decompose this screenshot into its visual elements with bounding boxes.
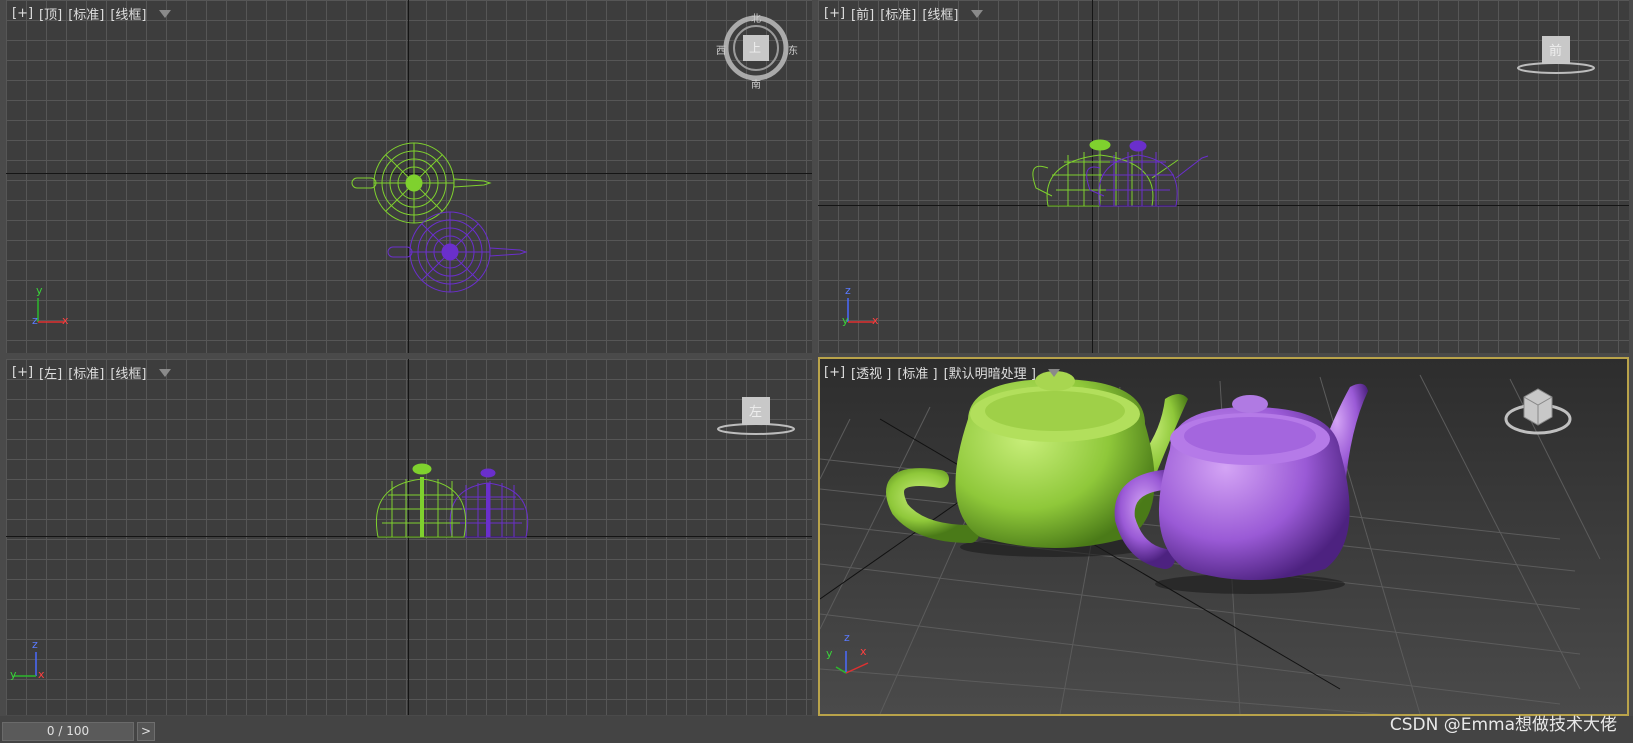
viewport-point-of-view[interactable]: [透视 ] (851, 363, 891, 382)
viewport-left[interactable]: [+] [左] [标准] [线框] 左 z y x (6, 359, 812, 715)
left-scene (376, 397, 795, 538)
viewcube-face-label[interactable]: 左 (749, 401, 762, 420)
tripod-label-a: y (36, 284, 43, 297)
tripod-label-c: y (842, 314, 849, 327)
filter-icon[interactable] (1047, 368, 1060, 377)
teapot-green-wire (376, 463, 467, 538)
viewport-top[interactable]: [+] [顶] [标准] [线框] 北 南 东 西 上 y x z (6, 0, 812, 353)
compass-west[interactable]: 西 (716, 42, 726, 57)
viewport-menu-plus[interactable]: [+] (824, 365, 845, 380)
tripod-label-b: x (860, 645, 867, 658)
teapot-green-wire (351, 142, 492, 224)
time-slider[interactable]: 0 / 100 (2, 722, 134, 741)
tripod-label-a: z (845, 284, 851, 297)
teapot-purple-wire (1086, 140, 1209, 207)
axis-tripod: y x z (28, 284, 78, 332)
viewport-perspective[interactable]: z x y [+] [透视 ] [标准 ] [默认明暗处理 ] (818, 357, 1629, 716)
tripod-label-c: x (38, 668, 45, 681)
axis-tripod: z x y (838, 284, 888, 332)
tripod-label-c: y (826, 647, 833, 660)
teapot-purple-wire (387, 211, 528, 293)
status-bar (0, 716, 1633, 743)
tripod-label-b: x (872, 314, 879, 327)
compass-east[interactable]: 东 (788, 42, 798, 57)
front-scene (1032, 36, 1595, 207)
viewcube-face-label[interactable]: 上 (749, 39, 761, 56)
tripod-label-b: x (62, 314, 69, 327)
next-frame-icon[interactable]: > (137, 722, 155, 741)
tripod-label-a: z (32, 638, 38, 651)
top-scene (351, 15, 789, 293)
tripod-label-c: z (32, 314, 38, 327)
perspective-scene (820, 359, 1627, 714)
viewport-label: [+] [透视 ] [标准 ] [默认明暗处理 ] (824, 363, 1060, 382)
viewcube-face-label[interactable]: 前 (1549, 40, 1562, 59)
viewport-quality[interactable]: [标准 ] (897, 363, 937, 382)
tripod-label-b: y (10, 668, 17, 681)
axis-tripod: z y x (10, 638, 60, 686)
viewport-front[interactable]: [+] [前] [标准] [线框] 前 z x y (818, 0, 1629, 353)
watermark: CSDN @Emma想做技术大佬 (1389, 715, 1617, 735)
compass-north[interactable]: 北 (751, 10, 761, 25)
viewport-shading[interactable]: [默认明暗处理 ] (944, 363, 1036, 382)
compass-south[interactable]: 南 (751, 76, 761, 91)
tripod-label-a: z (844, 631, 850, 644)
